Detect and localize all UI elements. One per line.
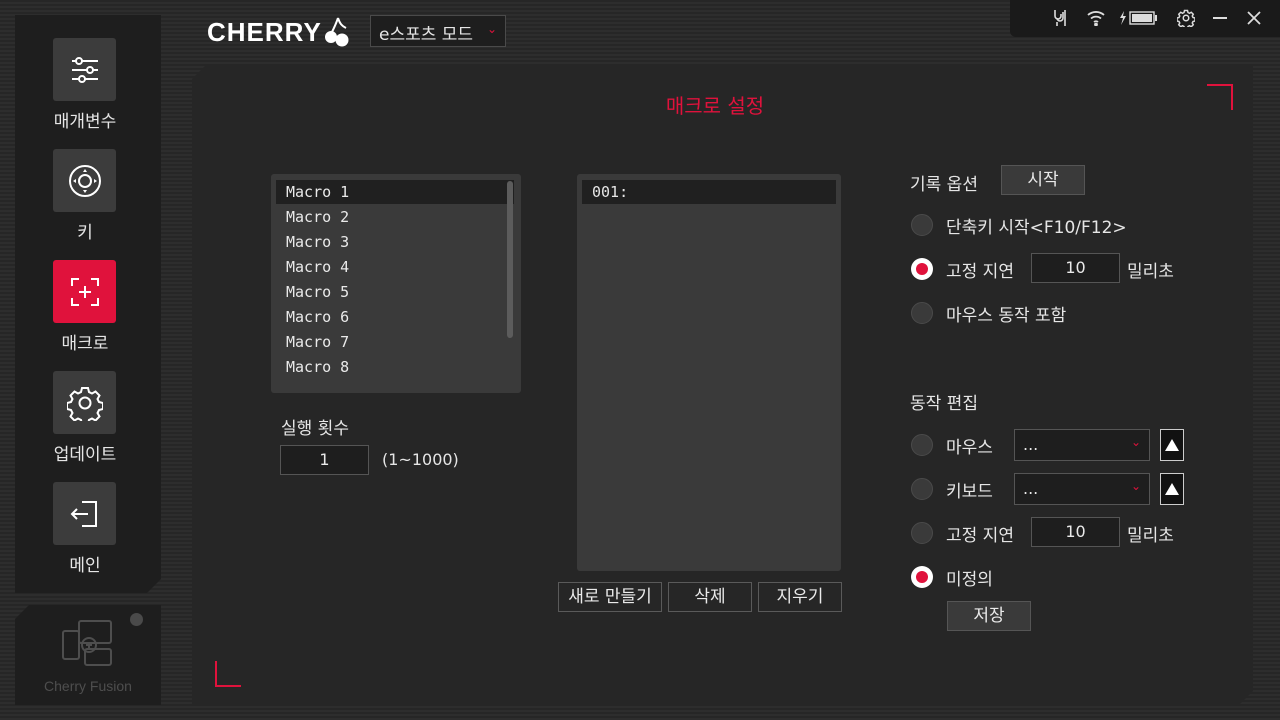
mouse-action-dropdown[interactable]: ... ⌄ — [1014, 429, 1150, 461]
sidebar-item-label: 키 — [77, 223, 93, 243]
chevron-down-icon: ⌄ — [1130, 479, 1141, 493]
dropdown-value: ... — [1023, 479, 1039, 498]
record-fixed-delay-radio[interactable] — [911, 258, 933, 280]
nav-tile — [53, 149, 116, 212]
sidebar-item-macro[interactable]: 매크로 — [15, 260, 161, 371]
new-macro-button[interactable]: 새로 만들기 — [558, 582, 662, 612]
macro-list[interactable]: Macro 1 Macro 2 Macro 3 Macro 4 Macro 5 … — [271, 174, 521, 393]
run-count-label: 실행 횟수 — [281, 419, 349, 439]
save-button[interactable]: 저장 — [947, 601, 1031, 631]
cherry-icon — [324, 17, 349, 47]
edit-actions-label: 동작 편집 — [910, 394, 978, 414]
edit-fixed-delay-label: 고정 지연 — [946, 526, 1014, 546]
action-row[interactable]: 001: — [582, 180, 836, 204]
nav-tile — [53, 482, 116, 545]
record-fixed-delay-label: 고정 지연 — [946, 262, 1014, 282]
keyboard-action-dropdown[interactable]: ... ⌄ — [1014, 473, 1150, 505]
dropdown-value: ... — [1023, 435, 1039, 454]
keyboard-insert-button[interactable] — [1160, 473, 1184, 505]
logo-text: CHERRY — [207, 16, 322, 47]
list-item[interactable]: Macro 4 — [276, 255, 514, 279]
settings-icon[interactable] — [1176, 8, 1196, 28]
run-count-input[interactable]: 1 — [280, 445, 369, 475]
mode-select-value: e스포츠 모드 — [379, 25, 474, 45]
triangle-up-icon — [1165, 439, 1179, 451]
wifi-icon — [1086, 8, 1106, 28]
status-dot — [130, 613, 143, 626]
list-item[interactable]: Macro 1 — [276, 180, 514, 204]
close-icon[interactable] — [1244, 8, 1264, 28]
edit-ms-unit: 밀리초 — [1127, 526, 1174, 546]
edit-delay-input[interactable]: 10 — [1031, 517, 1120, 547]
exit-icon — [68, 497, 102, 531]
list-item[interactable]: Macro 5 — [276, 280, 514, 304]
list-item[interactable]: Macro 8 — [276, 355, 514, 379]
macro-icon — [68, 275, 102, 309]
minimize-icon[interactable] — [1210, 8, 1230, 28]
sidebar-item-label: 매크로 — [61, 334, 109, 354]
edit-mouse-radio[interactable] — [911, 434, 933, 456]
mouse-insert-button[interactable] — [1160, 429, 1184, 461]
record-start-button[interactable]: 시작 — [1001, 165, 1085, 195]
list-item[interactable]: Macro 2 — [276, 205, 514, 229]
chevron-down-icon: ⌄ — [486, 22, 497, 36]
hotkey-start-radio[interactable] — [911, 214, 933, 236]
edit-fixed-delay-radio[interactable] — [911, 522, 933, 544]
record-delay-input[interactable]: 10 — [1031, 253, 1120, 283]
connection-icon[interactable] — [1050, 8, 1070, 28]
sliders-icon — [68, 53, 102, 87]
fusion-label: Cherry Fusion — [44, 678, 132, 694]
sidebar-item-label: 메인 — [69, 556, 101, 576]
nav-tile — [53, 371, 116, 434]
edit-undefined-label: 미정의 — [946, 570, 993, 590]
cherry-logo: CHERRY — [207, 16, 350, 48]
list-item[interactable]: Macro 6 — [276, 305, 514, 329]
delete-button[interactable]: 삭제 — [668, 582, 752, 612]
edit-mouse-label: 마우스 — [946, 438, 993, 458]
include-mouse-label: 마우스 동작 포함 — [946, 306, 1067, 326]
cherry-fusion-panel[interactable]: Cherry Fusion — [15, 605, 161, 705]
chevron-down-icon: ⌄ — [1130, 435, 1141, 449]
joystick-icon — [67, 163, 103, 199]
gear-icon — [67, 385, 103, 421]
sidebar-item-label: 업데이트 — [53, 445, 117, 465]
record-options-label: 기록 옵션 — [910, 175, 978, 195]
page-title: 매크로 설정 — [665, 94, 765, 118]
battery-icon — [1114, 8, 1164, 28]
mode-select[interactable]: e스포츠 모드 ⌄ — [370, 15, 506, 47]
sidebar-item-main[interactable]: 메인 — [15, 482, 161, 593]
window-controls — [1010, 0, 1280, 37]
sidebar-item-update[interactable]: 업데이트 — [15, 371, 161, 482]
clear-button[interactable]: 지우기 — [758, 582, 842, 612]
edit-keyboard-radio[interactable] — [911, 478, 933, 500]
macro-list-scrollbar[interactable] — [507, 181, 513, 338]
edit-keyboard-label: 키보드 — [946, 482, 993, 502]
action-list[interactable]: 001: — [577, 174, 841, 571]
nav-tile — [53, 260, 116, 323]
devices-icon — [62, 620, 112, 666]
hotkey-start-label: 단축키 시작<F10/F12> — [946, 218, 1127, 238]
sidebar-item-keys[interactable]: 키 — [15, 149, 161, 260]
include-mouse-radio[interactable] — [911, 302, 933, 324]
edit-undefined-radio[interactable] — [911, 566, 933, 588]
list-item[interactable]: Macro 7 — [276, 330, 514, 354]
run-count-range: (1~1000) — [382, 450, 459, 469]
list-item[interactable]: Macro 3 — [276, 230, 514, 254]
record-ms-unit: 밀리초 — [1127, 262, 1174, 282]
triangle-up-icon — [1165, 483, 1179, 495]
corner-decoration — [215, 661, 241, 687]
